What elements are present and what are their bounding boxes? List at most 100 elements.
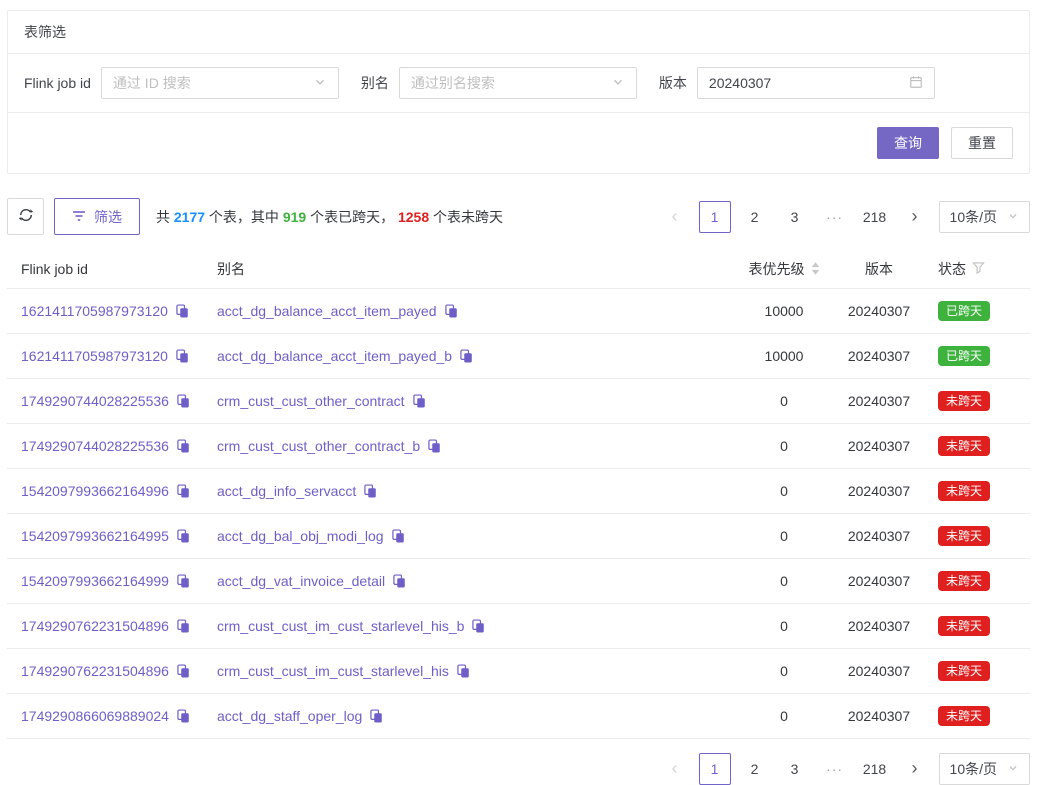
calendar-icon [909,75,923,92]
flink-job-id-cell: 1749290762231504896 [7,618,217,634]
page-size-select[interactable]: 10条/页 [939,201,1030,233]
copy-icon[interactable] [427,439,441,453]
version-cell: 20240307 [824,618,934,634]
alias-link[interactable]: acct_dg_staff_oper_log [217,708,362,724]
flink-job-id-link[interactable]: 1749290866069889024 [21,708,169,724]
flink-job-id-link[interactable]: 1749290744028225536 [21,393,169,409]
priority-cell: 10000 [744,348,824,364]
filter-card-actions: 查询 重置 [8,113,1029,173]
alias-cell: crm_cust_cust_other_contract_b [217,438,744,454]
summary-text: 共 2177 个表，其中 919 个表已跨天， 1258 个表未跨天 [156,207,503,227]
summary-not-crossed-count: 1258 [398,209,429,225]
copy-icon[interactable] [176,664,190,678]
alias-link[interactable]: crm_cust_cust_im_cust_starlevel_his_b [217,618,464,634]
summary-total-count: 2177 [174,209,205,225]
pagination-page-218[interactable]: 218 [859,753,891,785]
summary-part: 共 [156,209,174,225]
pagination-page-2[interactable]: 2 [739,201,771,233]
filter-toggle-button[interactable]: 筛选 [54,198,140,235]
copy-icon[interactable] [176,529,190,543]
summary-part: 个表未跨天 [429,209,503,225]
field-version: 版本 20240307 [659,67,935,99]
pagination-page-3[interactable]: 3 [779,753,811,785]
table-row: 1542097993662164996 acct_dg_info_servacc… [7,469,1030,514]
flink-job-id-link[interactable]: 1542097993662164995 [21,528,169,544]
flink-job-id-link[interactable]: 1542097993662164996 [21,483,169,499]
copy-icon[interactable] [176,484,190,498]
copy-icon[interactable] [176,574,190,588]
copy-icon[interactable] [444,304,458,318]
copy-icon[interactable] [176,439,190,453]
flink-job-id-link[interactable]: 1621411705987973120 [21,303,168,319]
pagination-page-218[interactable]: 218 [859,201,891,233]
alias-link[interactable]: crm_cust_cust_other_contract_b [217,438,420,454]
copy-icon[interactable] [456,664,470,678]
query-button[interactable]: 查询 [877,127,939,159]
pagination-next[interactable]: › [899,201,931,233]
refresh-icon [18,207,34,226]
copy-icon[interactable] [176,394,190,408]
priority-cell: 0 [744,483,824,499]
pagination-ellipsis: ··· [819,201,851,233]
copy-icon[interactable] [412,394,426,408]
pagination-page-1[interactable]: 1 [699,201,731,233]
copy-icon[interactable] [175,304,189,318]
sort-icon[interactable] [811,262,820,275]
reset-button[interactable]: 重置 [951,127,1013,159]
flink-job-id-cell: 1749290744028225536 [7,438,217,454]
flink-job-id-link[interactable]: 1621411705987973120 [21,348,168,364]
copy-icon[interactable] [176,709,190,723]
version-date-input[interactable]: 20240307 [697,67,935,99]
pagination-ellipsis: ··· [819,753,851,785]
copy-icon[interactable] [363,484,377,498]
copy-icon[interactable] [175,349,189,363]
alias-link[interactable]: acct_dg_balance_acct_item_payed_b [217,348,452,364]
flink-job-id-link[interactable]: 1749290762231504896 [21,663,169,679]
pagination-prev[interactable]: ‹ [659,753,691,785]
alias-link[interactable]: acct_dg_vat_invoice_detail [217,573,385,589]
alias-link[interactable]: crm_cust_cust_other_contract [217,393,405,409]
status-cell: 未跨天 [934,661,1030,681]
table-row: 1621411705987973120 acct_dg_balance_acct… [7,334,1030,379]
copy-icon[interactable] [369,709,383,723]
priority-cell: 10000 [744,303,824,319]
status-badge: 已跨天 [938,346,990,366]
status-cell: 未跨天 [934,706,1030,726]
flink-job-id-link[interactable]: 1542097993662164999 [21,573,169,589]
summary-part: 个表已跨天， [306,209,398,225]
pagination-page-3[interactable]: 3 [779,201,811,233]
flink-job-id-link[interactable]: 1749290744028225536 [21,438,169,454]
status-badge: 未跨天 [938,616,990,636]
copy-icon[interactable] [392,574,406,588]
flink-job-id-select[interactable]: 通过 ID 搜索 [101,67,339,99]
pagination-next[interactable]: › [899,753,931,785]
filter-funnel-icon[interactable] [972,261,985,277]
pagination-page-1[interactable]: 1 [699,753,731,785]
copy-icon[interactable] [176,619,190,633]
copy-icon[interactable] [391,529,405,543]
pagination-bottom: ‹123···218›10条/页 [7,753,1030,785]
flink-job-id-cell: 1542097993662164999 [7,573,217,589]
alias-link[interactable]: acct_dg_bal_obj_modi_log [217,528,384,544]
version-label: 版本 [659,73,687,93]
copy-icon[interactable] [459,349,473,363]
pagination-page-2[interactable]: 2 [739,753,771,785]
filter-card-fields: Flink job id 通过 ID 搜索 别名 通过别名搜索 [8,54,1029,113]
status-badge: 未跨天 [938,391,990,411]
alias-cell: acct_dg_balance_acct_item_payed_b [217,348,744,364]
flink-job-id-link[interactable]: 1749290762231504896 [21,618,169,634]
chevron-down-icon [611,75,625,92]
alias-link[interactable]: acct_dg_balance_acct_item_payed [217,303,437,319]
alias-link[interactable]: crm_cust_cust_im_cust_starlevel_his [217,663,449,679]
alias-select[interactable]: 通过别名搜索 [399,67,637,99]
alias-link[interactable]: acct_dg_info_servacct [217,483,356,499]
page-size-select[interactable]: 10条/页 [939,753,1030,785]
copy-icon[interactable] [471,619,485,633]
field-alias: 别名 通过别名搜索 [361,67,637,99]
pagination-prev[interactable]: ‹ [659,201,691,233]
refresh-button[interactable] [7,198,44,235]
flink-job-id-cell: 1749290762231504896 [7,663,217,679]
priority-cell: 0 [744,528,824,544]
chevron-down-icon [1007,209,1019,225]
table-row: 1749290762231504896 crm_cust_cust_im_cus… [7,649,1030,694]
